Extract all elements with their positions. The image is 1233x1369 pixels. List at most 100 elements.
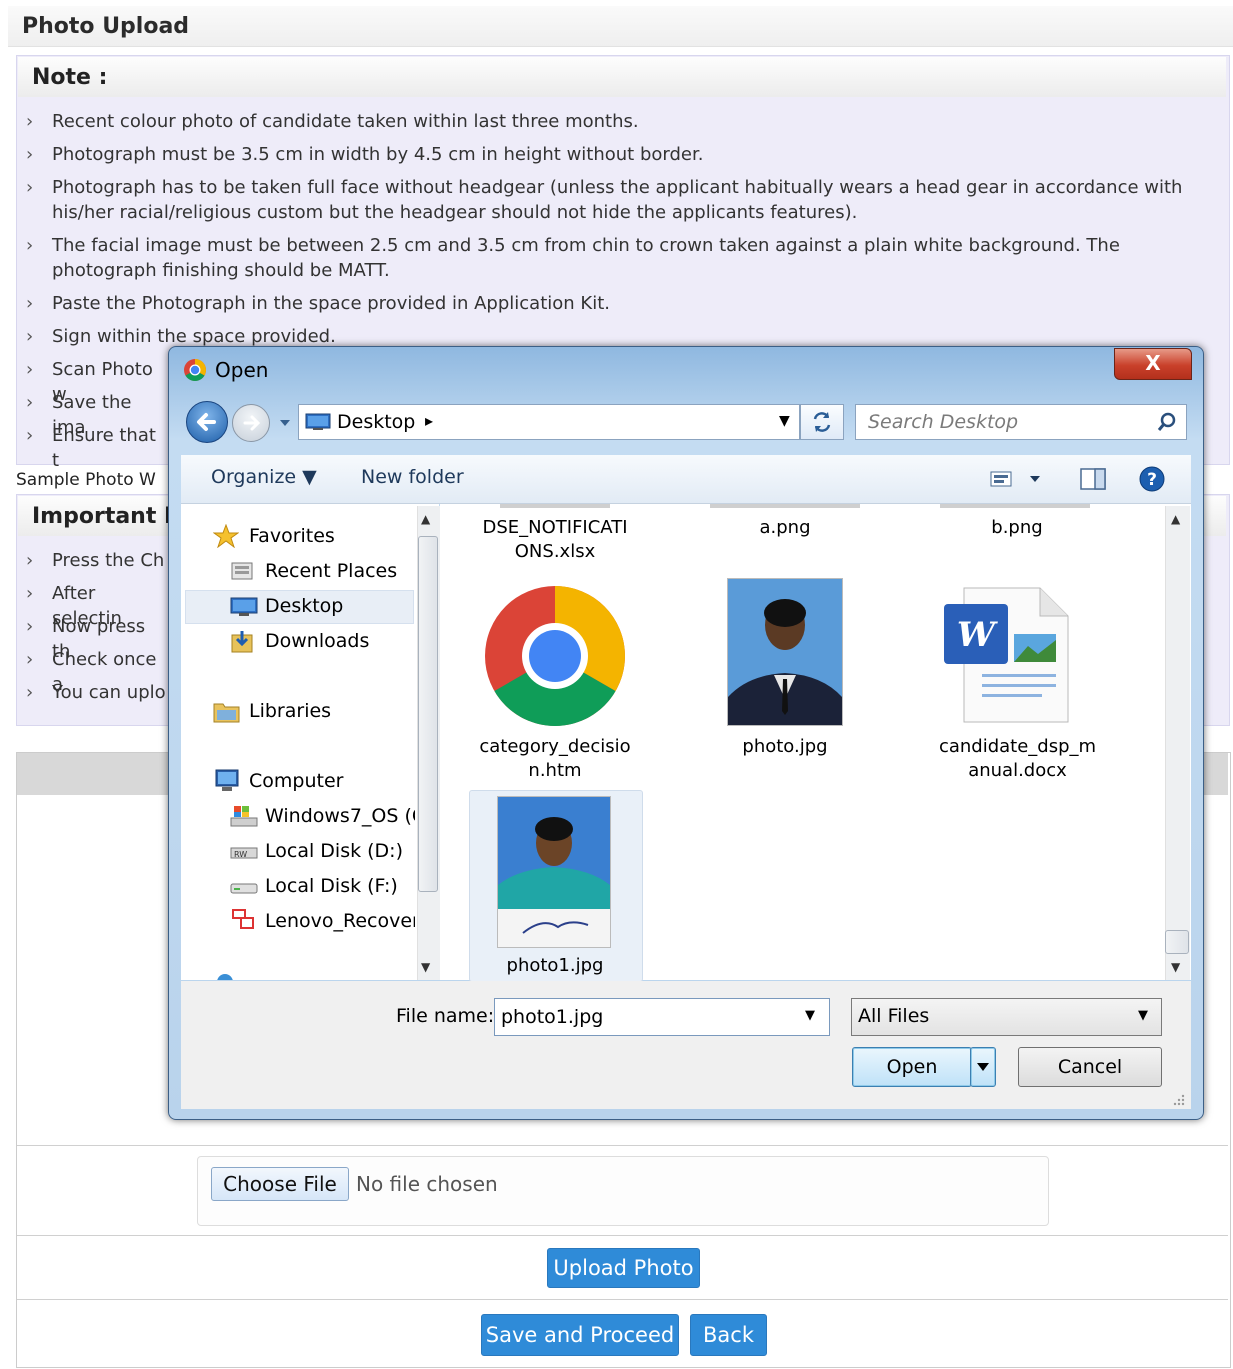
note-item-cont: his/her racial/religious custom but the …	[52, 202, 858, 223]
breadcrumb-arrow-icon[interactable]: ▸	[425, 411, 433, 430]
refresh-button[interactable]	[800, 404, 844, 440]
note-item: › The facial image must be between 2.5 cm…	[26, 235, 1120, 256]
row-divider	[17, 1145, 1228, 1146]
desktop-icon	[305, 413, 331, 431]
preview-pane-icon[interactable]	[1080, 468, 1106, 490]
scroll-down-icon[interactable]: ▼	[1171, 960, 1180, 974]
windows-drive-icon	[230, 804, 258, 828]
word-document-icon[interactable]: W	[942, 584, 1070, 724]
forward-nav-button[interactable]	[232, 404, 270, 442]
recent-places-icon	[230, 561, 256, 583]
file-item-photo-jpg[interactable]: photo.jpg	[700, 735, 870, 759]
upload-photo-button[interactable]: Upload Photo	[547, 1248, 700, 1288]
thumbnail-edge	[940, 504, 1090, 508]
nav-favorites[interactable]: Favorites	[249, 525, 335, 547]
file-type-value: All Files	[858, 1005, 930, 1027]
chrome-icon	[183, 358, 207, 382]
file-name-dropdown-icon[interactable]: ▼	[805, 1008, 815, 1023]
nav-computer[interactable]: Computer	[249, 770, 343, 792]
file-item-category-decision[interactable]: category_decisio n.htm	[470, 735, 640, 783]
close-button[interactable]: X	[1114, 348, 1192, 380]
important-item: › Now press th	[26, 616, 146, 662]
dialog-title: Open	[215, 358, 269, 382]
choose-file-button[interactable]: Choose File	[211, 1167, 349, 1201]
note-header: Note :	[18, 57, 1226, 97]
file-list-scrollbar[interactable]	[1165, 506, 1190, 980]
search-box[interactable]: Search Desktop	[855, 404, 1187, 440]
page-title: Photo Upload	[22, 14, 190, 39]
file-item-photo1-jpg[interactable]: photo1.jpg	[470, 954, 640, 978]
nav-local-disk-f[interactable]: Local Disk (F:)	[265, 875, 398, 897]
nav-scroll-thumb[interactable]	[418, 536, 438, 892]
star-icon	[212, 523, 240, 549]
row-divider	[17, 1299, 1228, 1300]
file-item-a-png[interactable]: a.png	[700, 516, 870, 540]
important-item: › Press the Ch	[26, 550, 165, 571]
photo-thumbnail[interactable]	[727, 578, 843, 726]
nav-desktop[interactable]: Desktop	[265, 595, 343, 617]
important-item: › After selectin	[26, 583, 122, 629]
resize-grip-icon[interactable]	[1172, 1092, 1186, 1106]
address-bar[interactable]: Desktop ▸ ▼	[298, 404, 800, 440]
nav-local-disk-d[interactable]: Local Disk (D:)	[265, 840, 403, 862]
no-file-text: No file chosen	[356, 1172, 498, 1196]
network-icon	[215, 972, 235, 980]
view-options-icon[interactable]	[988, 468, 1040, 490]
file-name-value: photo1.jpg	[501, 1006, 604, 1028]
cancel-button[interactable]: Cancel	[1018, 1047, 1162, 1087]
save-and-proceed-button[interactable]: Save and Proceed	[481, 1314, 679, 1356]
open-split-dropdown[interactable]	[970, 1047, 996, 1087]
page-header: Photo Upload	[8, 6, 1233, 47]
note-item: › Save the ima	[26, 392, 132, 438]
photo1-thumbnail[interactable]	[497, 796, 611, 948]
file-item-dse-notifications[interactable]: DSE_NOTIFICATI ONS.xlsx	[470, 516, 640, 564]
recovery-drive-icon	[230, 908, 258, 932]
nav-libraries[interactable]: Libraries	[249, 700, 331, 722]
file-scroll-thumb[interactable]	[1165, 930, 1189, 954]
note-item: › Photograph has to be taken full face wi…	[26, 177, 1183, 198]
downloads-icon	[230, 630, 256, 654]
file-type-select[interactable]: All Files ▼	[851, 998, 1162, 1036]
file-item-candidate-manual[interactable]: candidate_dsp_m anual.docx	[930, 735, 1105, 783]
note-item: › Recent colour photo of candidate taken …	[26, 111, 639, 132]
sample-photo-label: Sample Photo W	[16, 470, 156, 490]
local-disk-icon: RW	[230, 842, 258, 862]
thumbnail-edge	[500, 504, 610, 508]
note-item: › Photograph must be 3.5 cm in width by 4…	[26, 144, 704, 165]
nav-windows7-os[interactable]: Windows7_OS (C	[265, 805, 415, 827]
nav-recent-places[interactable]: Recent Places	[265, 560, 397, 582]
new-folder-button[interactable]: New folder	[361, 466, 464, 488]
history-dropdown-icon[interactable]	[278, 414, 292, 426]
chrome-icon[interactable]	[483, 584, 627, 728]
row-divider	[17, 1235, 1228, 1236]
computer-icon	[213, 769, 241, 793]
important-title: Important In	[32, 504, 188, 529]
note-title: Note :	[32, 65, 108, 90]
nav-lenovo-recovery[interactable]: Lenovo_Recovery	[265, 910, 415, 932]
scroll-up-icon[interactable]: ▲	[421, 512, 430, 526]
scroll-down-icon[interactable]: ▼	[421, 960, 430, 974]
important-item: › You can uplo	[26, 682, 166, 703]
file-item-b-png[interactable]: b.png	[932, 516, 1102, 540]
nav-downloads[interactable]: Downloads	[265, 630, 369, 652]
libraries-icon	[213, 700, 241, 724]
note-item: › Ensure that t	[26, 425, 156, 471]
file-name-input[interactable]: photo1.jpg ▼	[494, 998, 830, 1036]
note-item: › Paste the Photograph in the space provi…	[26, 293, 610, 314]
search-icon[interactable]	[1156, 411, 1178, 433]
back-button[interactable]: Back	[690, 1314, 767, 1356]
svg-text:?: ?	[1147, 470, 1157, 490]
open-button[interactable]: Open	[852, 1047, 972, 1087]
note-item-cont: photograph finishing should be MATT.	[52, 260, 390, 281]
search-placeholder: Search Desktop	[868, 411, 1019, 433]
address-text: Desktop	[337, 411, 416, 433]
file-type-dropdown-icon[interactable]: ▼	[1138, 1008, 1148, 1023]
organize-button[interactable]: Organize ▼	[211, 466, 317, 488]
address-dropdown-icon[interactable]: ▼	[779, 413, 790, 429]
scroll-up-icon[interactable]: ▲	[1171, 512, 1180, 526]
important-item: › Check once a	[26, 649, 157, 695]
help-icon[interactable]: ?	[1139, 466, 1165, 492]
thumbnail-edge	[710, 504, 860, 508]
local-disk-icon	[230, 878, 258, 896]
back-nav-button[interactable]	[186, 401, 228, 443]
